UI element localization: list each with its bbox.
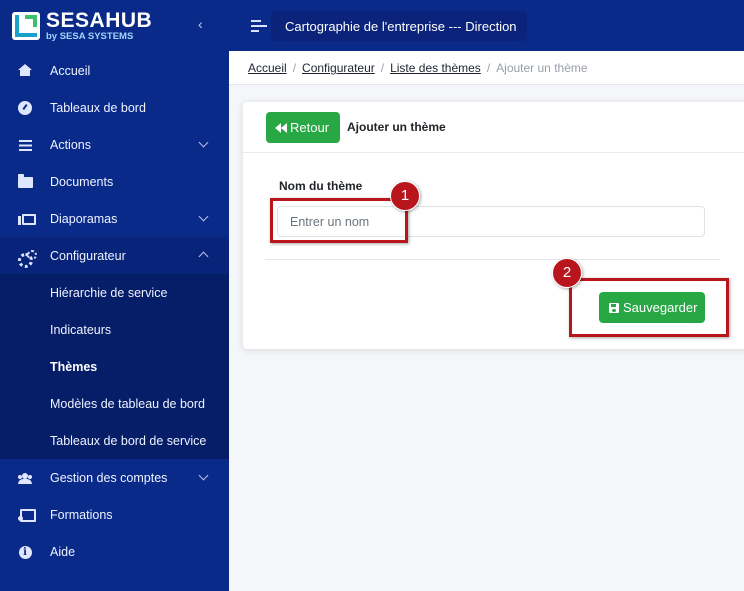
sidebar: SESAHUB by SESA SYSTEMS ‹ Accueil Tablea… (0, 0, 229, 591)
board-icon (17, 508, 36, 522)
annotation-step-badge: 2 (552, 258, 582, 288)
sidebar-collapse-chevron-icon[interactable]: ‹ (198, 16, 210, 32)
sidebar-subitem-label: Tableaux de bord de service (50, 434, 207, 448)
sidebar-item-label: Aide (50, 545, 76, 559)
sidebar-item-label: Tableaux de bord (50, 101, 146, 115)
breadcrumb-link-configurateur[interactable]: Configurateur (302, 61, 375, 75)
sidebar-subitem-hierarchie[interactable]: Hiérarchie de service (0, 274, 229, 311)
info-icon: i (17, 545, 33, 559)
breadcrumb-current: Ajouter un thème (496, 61, 588, 75)
breadcrumb-separator: / (380, 61, 385, 75)
sidebar-item-label: Diaporamas (50, 212, 118, 226)
breadcrumb-link-accueil[interactable]: Accueil (248, 61, 287, 75)
brand-tagline: by SESA SYSTEMS (46, 30, 134, 42)
sidebar-item-gestion-comptes[interactable]: Gestion des comptes (0, 459, 229, 496)
breadcrumb-separator: / (486, 61, 491, 75)
card-divider (265, 259, 720, 260)
sesahub-logo-icon (12, 11, 40, 40)
sidebar-item-aide[interactable]: i Aide (0, 533, 229, 570)
sidebar-item-label: Configurateur (50, 249, 126, 263)
annotation-highlight-input (270, 198, 408, 243)
brand-name: SESAHUB (46, 8, 153, 32)
users-icon (17, 471, 33, 485)
list-icon (17, 138, 33, 152)
annotation-step-badge: 1 (390, 181, 420, 211)
sidebar-item-label: Formations (50, 508, 113, 522)
theme-name-label: Nom du thème (279, 179, 363, 193)
page-title: Cartographie de l'entreprise --- Directi… (271, 11, 527, 41)
folder-icon (17, 173, 33, 189)
sidebar-subitem-modeles[interactable]: Modèles de tableau de bord (0, 385, 229, 422)
cogs-icon (17, 249, 37, 268)
menu-toggle-icon[interactable] (251, 20, 267, 32)
sidebar-nav: Accueil Tableaux de bord Actions Documen… (0, 52, 229, 570)
sidebar-item-configurateur[interactable]: Configurateur (0, 237, 229, 274)
card-title: Ajouter un thème (347, 120, 446, 134)
back-button[interactable]: Retour (266, 112, 340, 143)
sidebar-subitem-label: Hiérarchie de service (50, 286, 168, 300)
chevron-down-icon (198, 211, 209, 222)
card-header: Retour Ajouter un thème (243, 102, 744, 153)
sidebar-subitem-label: Thèmes (50, 360, 98, 374)
brand-logo[interactable]: SESAHUB by SESA SYSTEMS ‹ (0, 0, 229, 51)
sidebar-item-actions[interactable]: Actions (0, 126, 229, 163)
chevron-up-icon (198, 251, 209, 262)
gauge-icon (17, 101, 33, 115)
sidebar-item-documents[interactable]: Documents (0, 163, 229, 200)
chevron-down-icon (198, 470, 209, 481)
sidebar-item-diaporamas[interactable]: Diaporamas (0, 200, 229, 237)
sidebar-item-label: Documents (50, 175, 114, 189)
presentation-icon (17, 212, 36, 226)
breadcrumb-separator: / (292, 61, 297, 75)
sidebar-subitem-tableaux-service[interactable]: Tableaux de bord de service (0, 422, 229, 459)
sidebar-item-label: Gestion des comptes (50, 471, 168, 485)
double-chevron-left-icon (275, 122, 287, 133)
sidebar-subitem-indicateurs[interactable]: Indicateurs (0, 311, 229, 348)
sidebar-item-label: Accueil (50, 64, 91, 78)
chevron-down-icon (198, 137, 209, 148)
home-icon (17, 64, 33, 78)
sidebar-item-formations[interactable]: Formations (0, 496, 229, 533)
back-button-label: Retour (290, 120, 330, 135)
breadcrumb: Accueil / Configurateur / Liste des thèmes / A… (229, 51, 744, 85)
sidebar-item-tableaux-de-bord[interactable]: Tableaux de bord (0, 89, 229, 126)
annotation-highlight-save (569, 278, 729, 337)
sidebar-subitem-label: Modèles de tableau de bord (50, 397, 205, 411)
sidebar-item-label: Actions (50, 138, 91, 152)
configurateur-submenu: Hiérarchie de service Indicateurs Thèmes… (0, 274, 229, 459)
top-header: Cartographie de l'entreprise --- Directi… (229, 0, 744, 51)
sidebar-subitem-label: Indicateurs (50, 323, 112, 337)
sidebar-subitem-themes[interactable]: Thèmes (0, 348, 229, 385)
breadcrumb-link-liste-themes[interactable]: Liste des thèmes (390, 61, 481, 75)
sidebar-item-accueil[interactable]: Accueil (0, 52, 229, 89)
